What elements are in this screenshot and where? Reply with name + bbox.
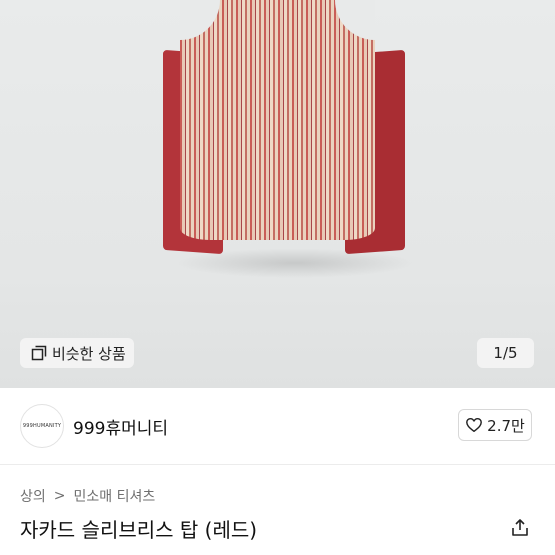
product-image[interactable]: [0, 0, 555, 388]
breadcrumb-separator: >: [53, 488, 66, 504]
like-button[interactable]: 2.7만: [458, 409, 532, 441]
copy-icon: [31, 345, 47, 361]
share-icon[interactable]: [510, 518, 530, 538]
shop-row[interactable]: 999HUMANITY 999휴머니티 2.7만: [0, 388, 555, 465]
page-counter-text: 1/5: [493, 344, 518, 362]
breadcrumb-item-sleeveless[interactable]: 민소매 티셔츠: [74, 486, 156, 506]
shop-name[interactable]: 999휴머니티: [73, 414, 168, 439]
shop-avatar-text: 999HUMANITY: [22, 423, 62, 429]
similar-products-button[interactable]: 비슷한 상품: [20, 338, 134, 368]
breadcrumb: 상의 > 민소매 티셔츠: [20, 486, 155, 506]
heart-icon: [466, 417, 483, 433]
shop-avatar[interactable]: 999HUMANITY: [20, 404, 64, 448]
product-title: 자카드 슬리브리스 탑 (레드): [20, 518, 258, 542]
similar-products-label: 비슷한 상품: [52, 344, 126, 363]
like-count: 2.7만: [487, 416, 525, 435]
breadcrumb-item-top[interactable]: 상의: [20, 486, 46, 506]
garment-body: [180, 0, 375, 240]
image-page-counter: 1/5: [477, 338, 534, 368]
